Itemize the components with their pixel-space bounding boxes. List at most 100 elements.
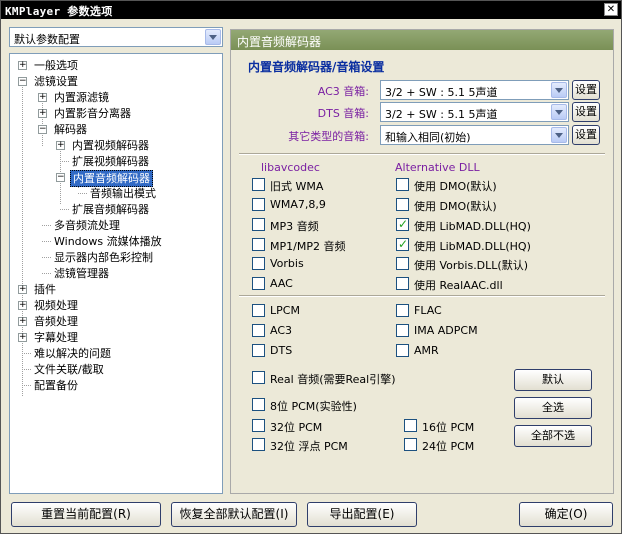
tree-item-label: 音频处理 xyxy=(34,315,78,328)
checkbox-box[interactable] xyxy=(252,438,265,451)
window-title: KMPlayer 参数选项 xyxy=(5,5,113,18)
chevron-down-icon[interactable] xyxy=(551,82,567,98)
checkbox-box[interactable] xyxy=(396,304,409,317)
ac3-settings-button[interactable]: 设置 xyxy=(572,80,600,100)
preferences-window: KMPlayer 参数选项 ✕ 默认参数配置 + 一般选项 − 滤镜设置 + 内置源滤镜 +… xyxy=(0,0,622,534)
checkbox-label: 旧式 WMA xyxy=(270,180,324,193)
checkbox-box[interactable] xyxy=(252,277,265,290)
tree-item-label: 内置音频解码器 xyxy=(70,170,153,187)
checkbox-box[interactable] xyxy=(396,277,409,290)
divider xyxy=(239,295,605,297)
expand-icon[interactable]: + xyxy=(56,141,65,150)
tree-connector xyxy=(60,209,69,210)
tree-item-label: 插件 xyxy=(34,283,56,296)
checkbox-box[interactable] xyxy=(396,344,409,357)
collapse-icon[interactable]: − xyxy=(18,77,27,86)
expand-icon[interactable]: + xyxy=(18,301,27,310)
select-none-button[interactable]: 全部不选 xyxy=(514,425,592,447)
checkbox-box[interactable] xyxy=(396,237,409,251)
chevron-down-icon[interactable] xyxy=(551,127,567,143)
expand-icon[interactable]: + xyxy=(18,333,27,342)
tree-guide-line xyxy=(42,96,43,146)
expand-icon[interactable]: + xyxy=(18,317,27,326)
libavcodec-column-heading: libavcodec xyxy=(261,161,320,174)
checkbox-box[interactable] xyxy=(252,257,265,270)
checkbox-box[interactable] xyxy=(396,217,409,231)
expand-icon[interactable]: + xyxy=(38,93,47,102)
export-config-button[interactable]: 导出配置(E) xyxy=(307,502,417,527)
title-bar[interactable]: KMPlayer 参数选项 ✕ xyxy=(1,1,621,19)
tree-item-label: 内置源滤镜 xyxy=(54,91,109,104)
checkbox-label: IMA ADPCM xyxy=(414,324,478,337)
select-value: 3/2 + SW : 5.1 5声道 xyxy=(385,108,498,121)
tree-item-label: 音频输出模式 xyxy=(90,187,156,200)
other-settings-button[interactable]: 设置 xyxy=(572,125,600,145)
tree-item-label: 字幕处理 xyxy=(34,331,78,344)
tree-item-label: 内置视频解码器 xyxy=(72,139,149,152)
checkbox-label: LPCM xyxy=(270,304,300,317)
tree-connector xyxy=(42,241,51,242)
tree-item-label: 扩展音频解码器 xyxy=(72,203,149,216)
tree-item-label: Windows 流媒体播放 xyxy=(54,235,162,248)
checkbox-box[interactable] xyxy=(404,419,417,432)
checkbox-box[interactable] xyxy=(252,398,265,411)
tree-connector xyxy=(22,369,31,370)
checkbox-box[interactable] xyxy=(396,324,409,337)
select-all-button[interactable]: 全选 xyxy=(514,397,592,419)
tree-item-label: 多音频流处理 xyxy=(54,219,120,232)
checkbox-box[interactable] xyxy=(252,419,265,432)
collapse-icon[interactable]: − xyxy=(56,173,65,182)
checkbox-box[interactable] xyxy=(252,198,265,211)
checkbox-box[interactable] xyxy=(252,371,265,384)
checkbox-box[interactable] xyxy=(252,238,265,251)
checkbox-label: 使用 LibMAD.DLL(HQ) xyxy=(414,240,531,253)
reset-config-button[interactable]: 重置当前配置(R) xyxy=(11,502,161,527)
tree-connector xyxy=(42,225,51,226)
tree-item-label: 滤镜管理器 xyxy=(54,267,109,280)
expand-icon[interactable]: + xyxy=(18,285,27,294)
checkbox-box[interactable] xyxy=(252,218,265,231)
checkbox-box[interactable] xyxy=(252,344,265,357)
checkbox-box[interactable] xyxy=(252,304,265,317)
chevron-down-icon[interactable] xyxy=(551,104,567,120)
preset-select-value: 默认参数配置 xyxy=(14,33,80,46)
tree-item-label: 滤镜设置 xyxy=(34,75,78,88)
other-speaker-label: 其它类型的音箱: xyxy=(288,130,369,143)
checkbox-label: 32位 浮点 PCM xyxy=(270,440,348,453)
ok-button[interactable]: 确定(O) xyxy=(519,502,613,527)
panel-header: 内置音频解码器 xyxy=(231,30,613,50)
checkbox-label: AAC xyxy=(270,277,293,290)
tree-item-label: 扩展视频解码器 xyxy=(72,155,149,168)
dts-settings-button[interactable]: 设置 xyxy=(572,102,600,122)
checkbox-box[interactable] xyxy=(252,178,265,191)
chevron-down-icon[interactable] xyxy=(205,29,221,45)
close-icon[interactable]: ✕ xyxy=(604,3,618,16)
checkbox-label: 16位 PCM xyxy=(422,421,475,434)
checkbox-box[interactable] xyxy=(396,257,409,270)
dts-speaker-select[interactable]: 3/2 + SW : 5.1 5声道 xyxy=(380,102,569,122)
checkbox-label: Real 音频(需要Real引擎) xyxy=(270,373,396,386)
settings-tree[interactable]: + 一般选项 − 滤镜设置 + 内置源滤镜 + 内置影音分离器 − 解码器 + 内置视频解码器 扩展视频… xyxy=(9,53,223,494)
checkbox-label: 24位 PCM xyxy=(422,440,475,453)
preset-select[interactable]: 默认参数配置 xyxy=(9,27,223,47)
checkbox-box[interactable] xyxy=(404,438,417,451)
select-value: 和输入相同(初始) xyxy=(385,131,471,144)
checkbox-label: FLAC xyxy=(414,304,442,317)
tree-item-label: 显示器内部色彩控制 xyxy=(54,251,153,264)
other-speaker-select[interactable]: 和输入相同(初始) xyxy=(380,125,569,145)
checkbox-box[interactable] xyxy=(252,324,265,337)
tree-item-label: 配置备份 xyxy=(34,379,78,392)
ac3-speaker-select[interactable]: 3/2 + SW : 5.1 5声道 xyxy=(380,80,569,100)
checkbox-label: 使用 RealAAC.dll xyxy=(414,279,503,292)
expand-icon[interactable]: + xyxy=(38,109,47,118)
expand-icon[interactable]: + xyxy=(18,61,27,70)
checkbox-label: AC3 xyxy=(270,324,293,337)
collapse-icon[interactable]: − xyxy=(38,125,47,134)
checkbox-label: MP3 音频 xyxy=(270,220,319,233)
checkbox-label: AMR xyxy=(414,344,439,357)
tree-connector xyxy=(22,385,31,386)
checkbox-box[interactable] xyxy=(396,178,409,191)
restore-defaults-button[interactable]: 恢复全部默认配置(I) xyxy=(171,502,297,527)
checkbox-box[interactable] xyxy=(396,198,409,211)
default-button[interactable]: 默认 xyxy=(514,369,592,391)
